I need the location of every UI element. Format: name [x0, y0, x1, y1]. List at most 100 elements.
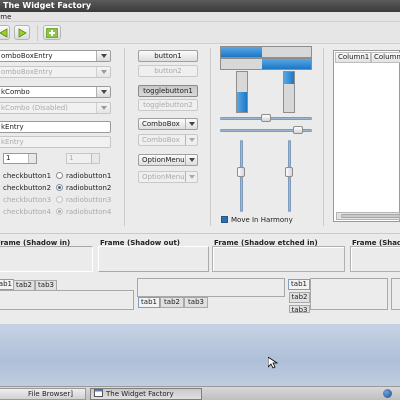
- treeview[interactable]: Column1 Column2: [333, 50, 400, 222]
- chevron-down-icon: [101, 54, 107, 58]
- chevron-down-icon: [101, 70, 107, 74]
- hscale-bottom-slider[interactable]: [293, 126, 304, 134]
- comboboxentry-disabled-text: omboBoxEntry: [1, 68, 53, 76]
- combobox-arrow: [185, 119, 197, 129]
- optionmenu-text: OptionMenu: [142, 156, 185, 164]
- forward-button[interactable]: [14, 25, 30, 40]
- hscale-top-slider[interactable]: [261, 114, 271, 122]
- notebook-bottom-tab3[interactable]: tab3: [184, 297, 208, 308]
- button2: button2: [138, 65, 198, 77]
- desktop-background: [0, 324, 400, 386]
- menubar: eme: [0, 12, 400, 22]
- progress-fill: [284, 72, 294, 84]
- combo[interactable]: kCombo: [0, 86, 111, 98]
- column-separator: [124, 48, 125, 226]
- radiobutton1[interactable]: radiobutton1: [56, 172, 111, 181]
- widget-factory-window: The Widget Factory eme omboBoxEntry ombo…: [0, 0, 400, 324]
- entry-disabled: kEntry: [0, 136, 111, 148]
- vscale-right-slider[interactable]: [285, 167, 293, 178]
- togglebutton2: togglebutton2: [138, 99, 198, 111]
- radiobutton3-label: radiobutton3: [66, 196, 112, 204]
- togglebutton1[interactable]: togglebutton1: [138, 85, 198, 97]
- notebook-top-tab3[interactable]: tab3: [35, 280, 57, 291]
- chevron-down-icon: [189, 175, 195, 179]
- network-icon[interactable]: [383, 389, 392, 398]
- chevron-down-icon: [101, 90, 107, 94]
- notebook-right: [391, 278, 400, 310]
- optionmenu-disabled-text: OptionMenu: [142, 173, 185, 181]
- comboboxentry-arrow[interactable]: [96, 51, 110, 61]
- window-titlebar[interactable]: The Widget Factory: [0, 0, 400, 12]
- combobox-disabled: ComboBox: [138, 134, 198, 146]
- checkbutton2[interactable]: checkbutton2: [0, 184, 51, 193]
- combobox[interactable]: ComboBox: [138, 118, 198, 130]
- optionmenu[interactable]: OptionMenu: [138, 154, 198, 166]
- back-button[interactable]: [0, 25, 10, 40]
- menu-item-theme[interactable]: eme: [0, 12, 11, 22]
- taskbar-item-widget-factory[interactable]: The Widget Factory: [90, 388, 202, 400]
- section-separator: [0, 233, 400, 234]
- taskbar: File Browser] The Widget Factory: [0, 386, 400, 400]
- window-icon: [94, 389, 103, 397]
- notebook-left-tab1[interactable]: tab1: [288, 279, 310, 290]
- treeview-column-header[interactable]: Column2: [371, 52, 400, 63]
- checkbutton1[interactable]: checkbutton1: [0, 172, 51, 181]
- frame-shadow-out: [98, 246, 209, 272]
- checkbutton4-label: checkbutton4: [3, 208, 52, 216]
- taskbar-item-label: The Widget Factory: [106, 390, 174, 398]
- combo-disabled-text: kCombo (Disabled): [1, 104, 68, 112]
- treeview-horizontal-scrollbar[interactable]: [336, 212, 400, 220]
- checkbutton3: checkbutton3: [0, 196, 51, 205]
- radiobutton2[interactable]: radiobutton2: [56, 184, 111, 193]
- toolbar: [0, 22, 400, 44]
- frame-shadow-etched-out: [350, 246, 400, 272]
- radio-indicator-selected: [56, 208, 63, 215]
- combobox-text: ComboBox: [142, 120, 180, 128]
- taskbar-item-label: File Browser]: [28, 390, 74, 398]
- notebook-bottom: [137, 278, 285, 297]
- notebook-left-tab2[interactable]: tab2: [289, 292, 310, 303]
- scrollbar-thumb[interactable]: [341, 214, 400, 218]
- column-separator: [210, 48, 211, 226]
- combobox-disabled-arrow: [185, 135, 197, 145]
- go-back-icon: [0, 28, 8, 38]
- treeview-column-header[interactable]: Column1: [335, 52, 371, 63]
- taskbar-item-file-browser[interactable]: File Browser]: [0, 388, 86, 400]
- progressbar-horizontal: [220, 46, 312, 58]
- combo-text: kCombo: [1, 88, 30, 96]
- radiobutton3: radiobutton3: [56, 196, 111, 205]
- radiobutton2-label: radiobutton2: [66, 184, 112, 192]
- notebook-left-tab3[interactable]: tab3: [289, 305, 310, 313]
- entry[interactable]: kEntry: [0, 121, 111, 133]
- progress-fill: [237, 92, 247, 112]
- add-icon: [46, 28, 58, 38]
- spinbutton-disabled-arrows: [91, 154, 99, 163]
- notebook-bottom-tab1[interactable]: tab1: [138, 297, 160, 308]
- comboboxentry-disabled-arrow: [96, 67, 110, 77]
- checkbutton2-label: checkbutton2: [3, 184, 52, 192]
- notebook-top-tab2[interactable]: tab2: [13, 280, 35, 291]
- move-in-harmony-label: Move In Harmony: [231, 216, 293, 224]
- chevron-down-icon: [189, 122, 195, 126]
- notebook-top-tab1[interactable]: tab1: [0, 279, 14, 290]
- spinbutton-disabled-value: 1: [69, 154, 74, 162]
- chevron-down-icon: [189, 158, 195, 162]
- progressbar-vertical: [236, 71, 248, 113]
- progress-fill: [261, 59, 311, 69]
- combo-disabled: kCombo (Disabled): [0, 102, 111, 114]
- combo-disabled-arrow: [96, 103, 110, 113]
- combo-arrow[interactable]: [96, 87, 110, 97]
- button1[interactable]: button1: [138, 50, 198, 62]
- notebook-bottom-tab2[interactable]: tab2: [160, 297, 184, 308]
- spinbutton-arrows[interactable]: [28, 154, 36, 163]
- comboboxentry[interactable]: omboBoxEntry: [0, 50, 111, 62]
- vscale-left-slider[interactable]: [237, 167, 245, 178]
- spinbutton[interactable]: 1: [3, 153, 37, 164]
- move-in-harmony-check[interactable]: Move In Harmony: [221, 216, 293, 225]
- add-button[interactable]: [43, 25, 61, 40]
- progress-fill: [221, 47, 262, 57]
- toolbar-separator: [37, 25, 38, 41]
- column-separator: [323, 48, 324, 226]
- window-title: The Widget Factory: [3, 1, 92, 10]
- spinbutton-value: 1: [6, 154, 11, 162]
